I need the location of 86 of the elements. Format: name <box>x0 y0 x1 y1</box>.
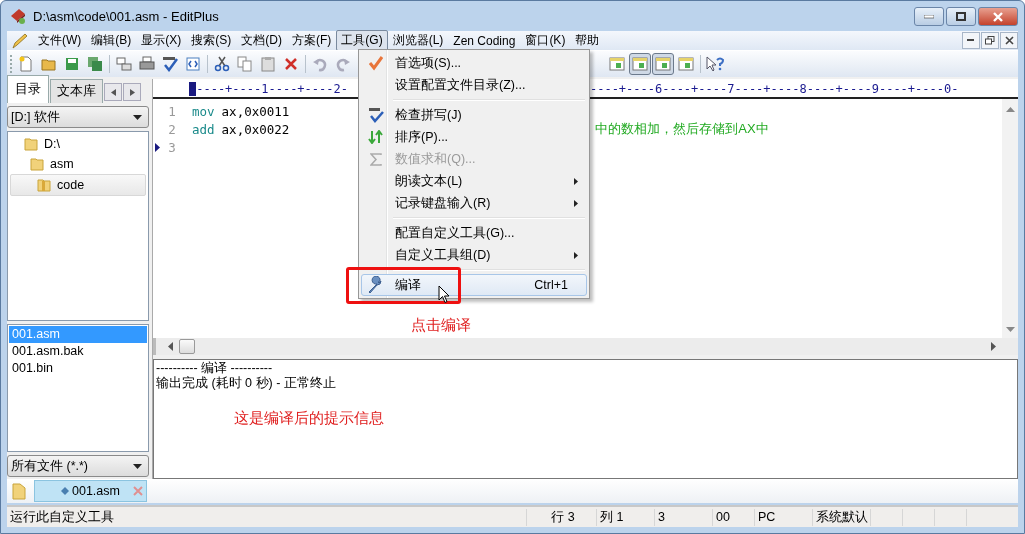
status-text: 行 3 <box>527 508 597 526</box>
menu-item[interactable]: 首选项(S)... <box>361 52 587 74</box>
minimize-icon <box>924 14 934 19</box>
sidebar-tab[interactable]: 文本库 <box>50 79 103 103</box>
menu-item[interactable]: 编辑(B) <box>86 30 137 51</box>
code-keyword: add <box>192 121 215 137</box>
status-text: 列 1 <box>597 508 655 526</box>
right-arrow-icon[interactable] <box>991 342 996 351</box>
status-text: 00 <box>713 508 755 526</box>
menu-item[interactable]: 帮助 <box>570 30 605 51</box>
restore-button[interactable] <box>981 32 999 49</box>
tree-item[interactable]: asm <box>10 154 146 174</box>
annotation-text: 这是编译后的提示信息 <box>234 409 385 428</box>
close-button[interactable] <box>978 7 1018 26</box>
document-tab[interactable]: 001.asm <box>34 480 147 502</box>
line-number: 1 <box>167 103 177 119</box>
window-layout-icon[interactable] <box>629 53 651 75</box>
close-icon <box>992 11 1004 22</box>
scroll-left-button[interactable] <box>104 83 122 101</box>
scroll-thumb[interactable] <box>179 339 195 354</box>
menu-item[interactable]: 设置配置文件目录(Z)... <box>361 74 587 96</box>
maximize-icon <box>956 12 966 21</box>
menu-item[interactable]: 浏览器(L) <box>387 30 449 51</box>
menu-item[interactable]: 排序(P)... <box>361 126 587 148</box>
code-operand: ax,0x0011 <box>221 103 290 119</box>
mouse-pointer-icon <box>438 285 450 304</box>
status-text: 系统默认 <box>813 508 871 526</box>
horizontal-scrollbar[interactable] <box>153 338 1018 355</box>
menu-item[interactable]: 搜索(S) <box>186 30 237 51</box>
menu-item[interactable]: 文档(D) <box>236 30 287 51</box>
menu-item[interactable]: 文件(W) <box>33 30 87 51</box>
dropdown-arrow-icon <box>133 463 142 469</box>
minimize-button[interactable] <box>962 32 980 49</box>
menu-item[interactable]: Zen Coding <box>448 31 521 50</box>
checkmark-icon <box>368 55 384 71</box>
status-text: PC <box>755 508 813 526</box>
output-line: ---------- 编译 ---------- <box>156 361 274 376</box>
minimize-icon <box>967 39 975 42</box>
folder-icon <box>24 137 38 151</box>
status-text: 运行此自定义工具 <box>7 508 527 526</box>
menu-item[interactable]: 配置自定义工具(G)... <box>361 222 587 244</box>
close-icon <box>1004 36 1014 45</box>
window-layout-icon[interactable] <box>652 53 674 75</box>
folder-icon <box>37 178 51 192</box>
output-line: 输出完成 (耗时 0 秒) - 正常终止 <box>156 376 337 391</box>
tree-item[interactable]: D:\ <box>10 134 146 154</box>
menu-item[interactable]: 编译 Ctrl+1 <box>361 274 587 296</box>
window-title: D:\asm\code\001.asm - EditPlus <box>33 8 219 24</box>
menu-item[interactable]: 方案(F) <box>287 30 337 51</box>
folder-icon <box>30 157 44 171</box>
sort-arrows-icon <box>368 130 384 144</box>
file-item[interactable]: 001.bin <box>9 360 147 377</box>
scroll-right-button[interactable] <box>123 83 141 101</box>
restore-icon <box>985 36 995 45</box>
code-comment: 中的数相加，然后存储到AX中 <box>595 120 769 138</box>
down-arrow-icon[interactable] <box>1005 327 1015 332</box>
line-number: 2 <box>167 121 177 137</box>
code-keyword: mov <box>192 103 215 119</box>
sigma-icon <box>370 152 382 166</box>
wrench-icon <box>367 276 385 294</box>
code-operand: ax,0x0022 <box>221 121 290 137</box>
file-item[interactable]: 001.asm.bak <box>9 343 147 360</box>
app-icon <box>9 7 27 25</box>
menu-item[interactable]: 工具(G) <box>336 30 388 51</box>
vertical-scrollbar[interactable] <box>1002 99 1018 338</box>
up-arrow-icon[interactable] <box>1005 107 1015 112</box>
left-arrow-icon <box>110 88 116 96</box>
file-filter-dropdown[interactable]: 所有文件 (*.*) <box>7 455 149 477</box>
close-button[interactable] <box>1000 32 1018 49</box>
menu-item[interactable]: 窗口(K) <box>520 30 571 51</box>
maximize-button[interactable] <box>946 7 976 26</box>
tree-item[interactable]: code <box>10 174 146 196</box>
status-text: 3 <box>655 508 713 526</box>
drive-dropdown[interactable]: [D:] 软件 <box>7 106 149 128</box>
menu-item[interactable]: 记录键盘输入(R) <box>361 192 587 214</box>
menu-item[interactable]: 显示(X) <box>136 30 187 51</box>
line-number: 3 <box>167 139 177 155</box>
dropdown-arrow-icon <box>133 114 142 120</box>
sidebar-tab[interactable]: 目录 <box>7 75 49 103</box>
right-arrow-icon <box>129 88 135 96</box>
menu-item[interactable]: 朗读文本(L) <box>361 170 587 192</box>
menu-item[interactable]: 自定义工具组(D) <box>361 244 587 266</box>
spellcheck-icon <box>368 107 384 123</box>
menu-item[interactable]: 检查拼写(J) <box>361 104 587 126</box>
left-arrow-icon[interactable] <box>168 342 173 351</box>
annotation-text: 点击编译 <box>411 316 471 335</box>
